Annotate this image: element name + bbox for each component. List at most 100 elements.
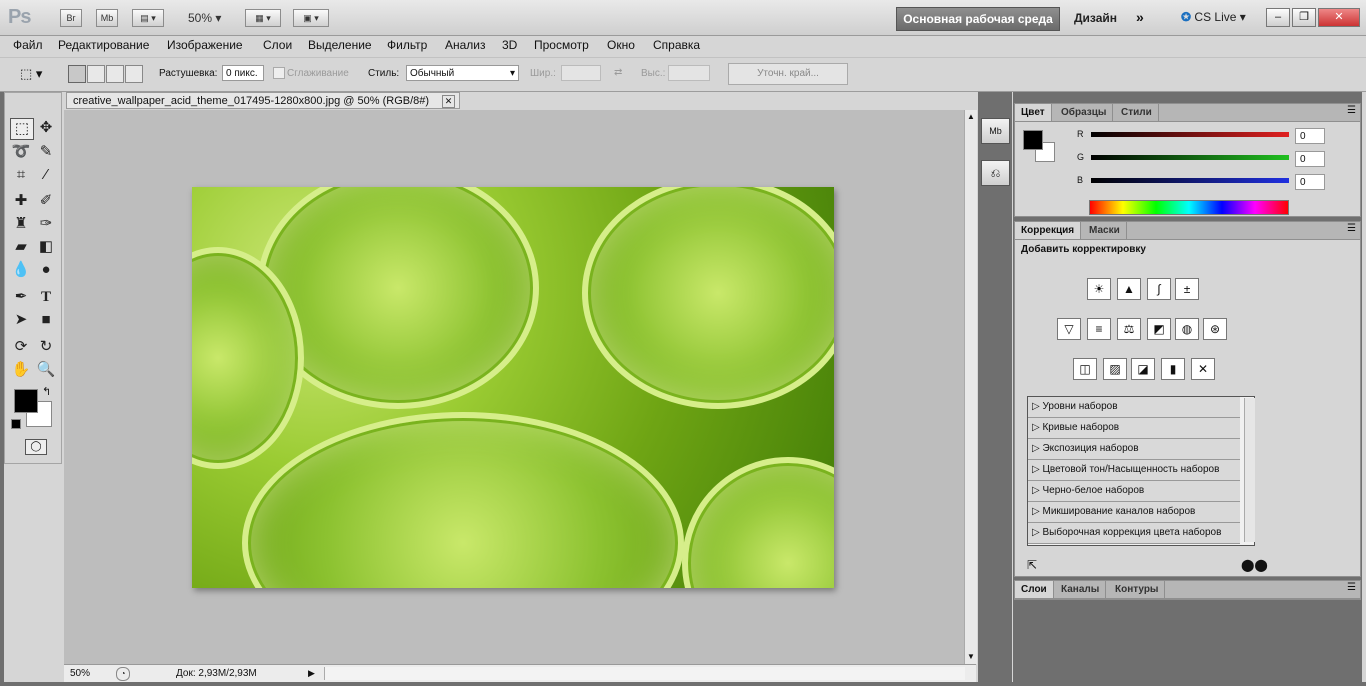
threshold-icon[interactable]: ◪ [1131, 358, 1155, 380]
status-info-icon[interactable]: ◔ [116, 667, 130, 681]
panel-menu-icon[interactable]: ☰ [1347, 223, 1356, 234]
blur-tool-icon[interactable]: 💧 [10, 260, 32, 280]
menu-view[interactable]: Просмотр [534, 38, 589, 52]
color-fg-swatch[interactable] [1023, 130, 1043, 150]
eraser-tool-icon[interactable]: ▰ [10, 237, 32, 257]
list-item[interactable]: ▷ Микширование каналов наборов [1028, 502, 1240, 523]
g-value-input[interactable]: 0 [1295, 151, 1325, 167]
more-workspaces-button[interactable]: » [1136, 9, 1144, 25]
list-item[interactable]: ▷ Экспозиция наборов [1028, 439, 1240, 460]
spot-healing-tool-icon[interactable]: ✚ [10, 191, 32, 211]
restore-button[interactable]: ❐ [1292, 8, 1316, 27]
horizontal-scrollbar[interactable] [324, 667, 965, 680]
pen-tool-icon[interactable]: ✒ [10, 287, 32, 307]
tab-swatches[interactable]: Образцы [1055, 104, 1114, 121]
list-item[interactable]: ▷ Цветовой тон/Насыщенность наборов [1028, 460, 1240, 481]
intersect-selection-icon[interactable] [125, 65, 143, 83]
selective-color-icon[interactable]: ✕ [1191, 358, 1215, 380]
move-tool-icon[interactable]: ✥ [35, 118, 57, 138]
default-colors-icon[interactable] [11, 419, 21, 429]
document-image-limes[interactable] [192, 187, 834, 588]
tab-masks[interactable]: Маски [1083, 222, 1127, 239]
add-to-selection-icon[interactable] [87, 65, 105, 83]
menu-select[interactable]: Выделение [308, 38, 372, 52]
rectangle-tool-icon[interactable]: ■ [35, 310, 57, 330]
workspace-design-button[interactable]: Дизайн [1074, 11, 1117, 25]
tab-color[interactable]: Цвет [1015, 104, 1052, 121]
panel-menu-icon[interactable]: ☰ [1347, 582, 1356, 593]
color-balance-icon[interactable]: ⚖ [1117, 318, 1141, 340]
color-spectrum-ramp[interactable] [1089, 200, 1289, 215]
feather-input[interactable]: 0 пикс. [222, 65, 264, 81]
height-input[interactable] [668, 65, 710, 81]
antialias-checkbox[interactable] [273, 67, 285, 79]
menu-edit[interactable]: Редактирование [58, 38, 149, 52]
screen-mode-button[interactable]: ▣ ▾ [293, 9, 329, 27]
subtract-selection-icon[interactable] [106, 65, 124, 83]
mini-bridge-button[interactable]: Mb [96, 9, 118, 27]
hue-saturation-icon[interactable]: ≡ [1087, 318, 1111, 340]
type-tool-icon[interactable]: T [35, 287, 57, 307]
list-item[interactable]: ▷ Выборочная коррекция цвета наборов [1028, 523, 1240, 544]
status-menu-arrow-icon[interactable]: ▶ [308, 668, 315, 679]
panel-menu-icon[interactable]: ☰ [1347, 105, 1356, 116]
clone-stamp-tool-icon[interactable]: ♜ [10, 214, 32, 234]
status-zoom[interactable]: 50% [70, 668, 90, 679]
menu-filter[interactable]: Фильтр [387, 38, 427, 52]
close-document-icon[interactable]: ✕ [442, 95, 455, 108]
close-button[interactable]: ✕ [1318, 8, 1360, 27]
eyedropper-tool-icon[interactable]: ⁄ [35, 165, 57, 185]
clip-to-layer-icon[interactable]: ⬤⬤ [1241, 558, 1268, 572]
menu-3d[interactable]: 3D [502, 38, 517, 52]
tab-adjustments[interactable]: Коррекция [1015, 222, 1082, 239]
workspace-essentials-button[interactable]: Основная рабочая среда [896, 7, 1060, 31]
tab-layers[interactable]: Слои [1015, 581, 1054, 598]
menu-analysis[interactable]: Анализ [445, 38, 486, 52]
levels-icon[interactable]: ▲ [1117, 278, 1141, 300]
brightness-contrast-icon[interactable]: ☀ [1087, 278, 1111, 300]
g-slider[interactable] [1091, 155, 1289, 160]
presets-scrollbar[interactable] [1244, 398, 1255, 542]
new-selection-icon[interactable] [68, 65, 86, 83]
gradient-tool-icon[interactable]: ◧ [35, 237, 57, 257]
list-item[interactable]: ▷ Черно-белое наборов [1028, 481, 1240, 502]
tab-paths[interactable]: Контуры [1109, 581, 1166, 598]
menu-window[interactable]: Окно [607, 38, 635, 52]
cs-live-menu[interactable]: ✪ CS Live ▾ [1181, 10, 1246, 24]
rectangular-marquee-tool-icon[interactable]: ⬚ [10, 118, 34, 140]
tab-channels[interactable]: Каналы [1055, 581, 1107, 598]
r-value-input[interactable]: 0 [1295, 128, 1325, 144]
b-value-input[interactable]: 0 [1295, 174, 1325, 190]
style-select[interactable]: Обычный ▾ [406, 65, 519, 81]
mini-bridge-panel-icon[interactable]: Mb [981, 118, 1010, 144]
width-input[interactable] [561, 65, 601, 81]
refine-edge-button[interactable]: Уточн. край... [728, 63, 848, 85]
view-extras-button[interactable]: ▤ ▾ [132, 9, 164, 27]
exposure-icon[interactable]: ± [1175, 278, 1199, 300]
menu-image[interactable]: Изображение [167, 38, 243, 52]
menu-file[interactable]: Файл [13, 38, 43, 52]
channel-mixer-icon[interactable]: ⊛ [1203, 318, 1227, 340]
3d-orbit-tool-icon[interactable]: ↻ [35, 337, 57, 357]
b-slider[interactable] [1091, 178, 1289, 183]
tab-styles[interactable]: Стили [1115, 104, 1159, 121]
dodge-tool-icon[interactable]: ● [35, 260, 57, 280]
hand-tool-icon[interactable]: ✋ [10, 360, 32, 380]
list-item[interactable]: ▷ Кривые наборов [1028, 418, 1240, 439]
photo-filter-icon[interactable]: ◍ [1175, 318, 1199, 340]
arrange-documents-button[interactable]: ▦ ▾ [245, 9, 281, 27]
vertical-scrollbar[interactable]: ▲ ▼ [964, 110, 977, 664]
quick-mask-mode-icon[interactable]: ◯ [25, 439, 47, 455]
crop-tool-icon[interactable]: ⌗ [10, 165, 32, 185]
history-brush-tool-icon[interactable]: ✑ [35, 214, 57, 234]
history-panel-icon[interactable]: ⎌ [981, 160, 1010, 186]
zoom-tool-icon[interactable]: 🔍 [35, 360, 57, 380]
return-to-list-icon[interactable]: ⇱ [1027, 558, 1037, 572]
document-tab[interactable]: creative_wallpaper_acid_theme_017495-128… [66, 92, 460, 109]
black-white-icon[interactable]: ◩ [1147, 318, 1171, 340]
scroll-down-icon[interactable]: ▼ [967, 652, 975, 661]
foreground-color-swatch[interactable] [14, 389, 38, 413]
bridge-button[interactable]: Br [60, 9, 82, 27]
gradient-map-icon[interactable]: ▮ [1161, 358, 1185, 380]
path-selection-tool-icon[interactable]: ➤ [10, 310, 32, 330]
